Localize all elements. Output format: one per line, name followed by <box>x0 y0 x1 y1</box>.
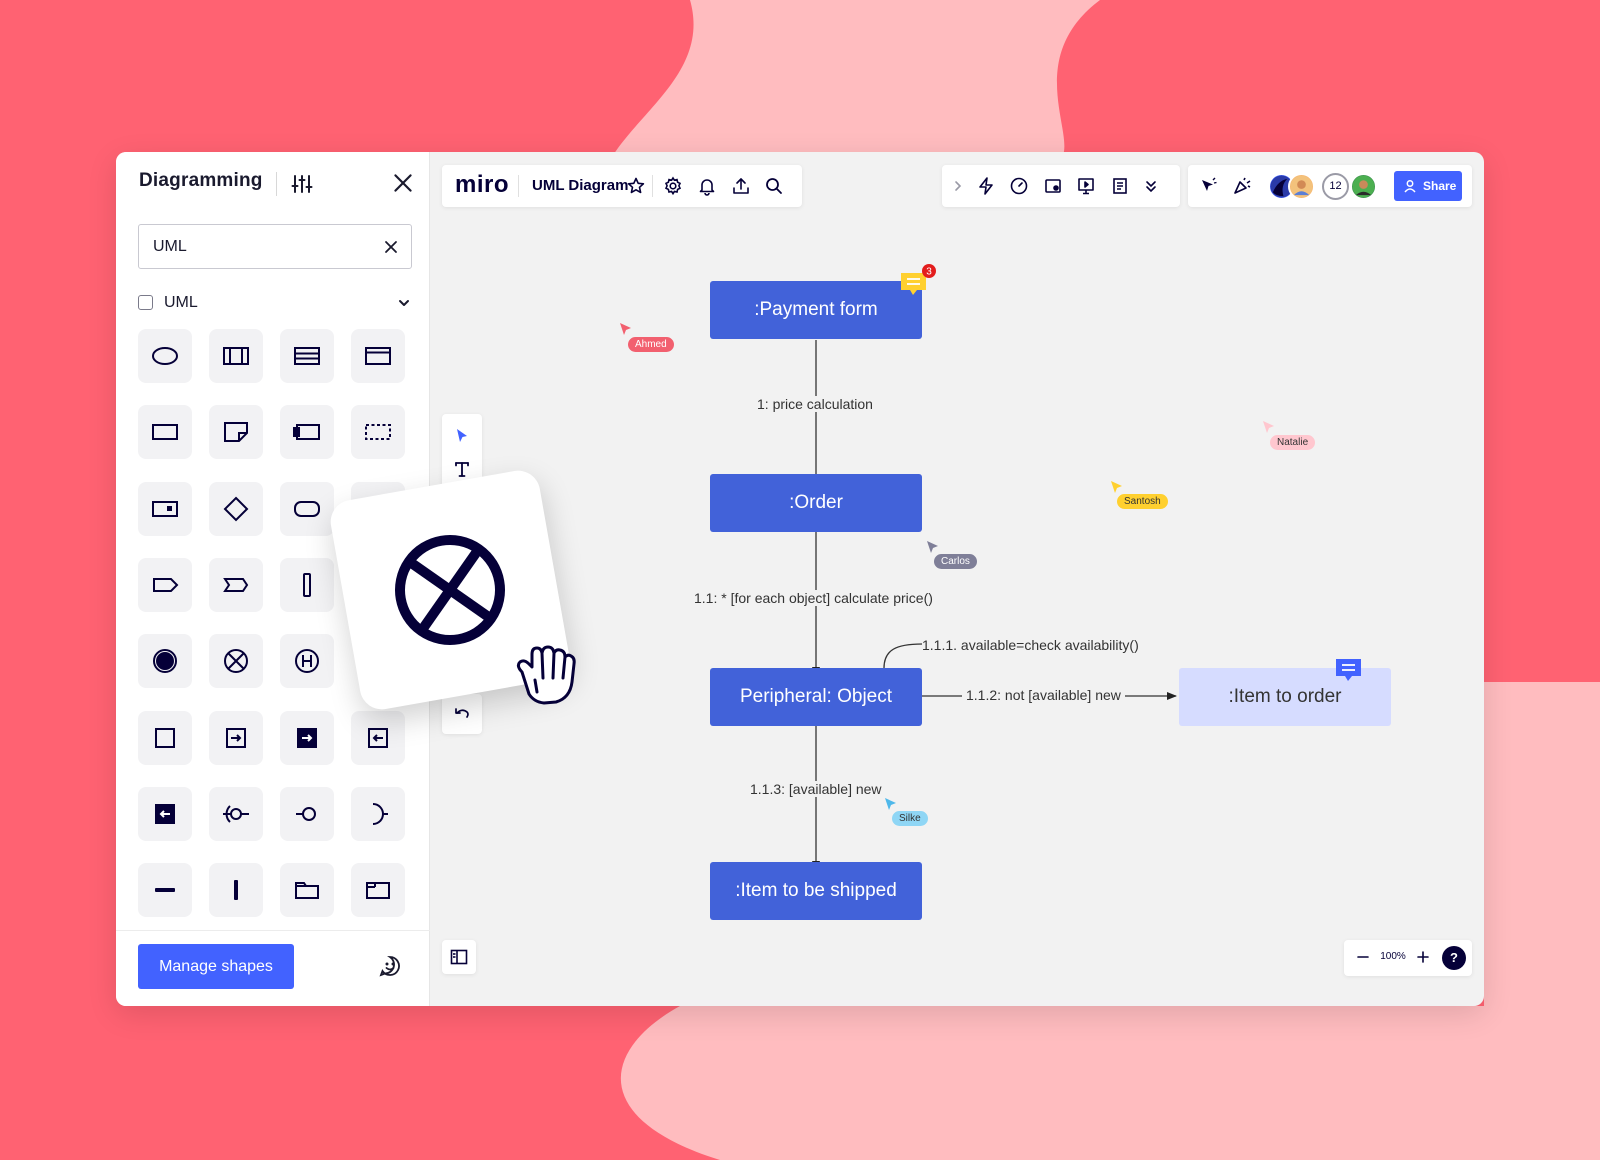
user-icon <box>1404 180 1416 193</box>
chevron-right-icon[interactable] <box>950 176 966 196</box>
grab-hand-icon <box>516 645 576 705</box>
node-order[interactable]: :Order <box>710 474 922 532</box>
undo-button[interactable] <box>442 694 482 734</box>
edge-label-calculate-price[interactable]: 1.1: * [for each object] calculate price… <box>694 590 933 606</box>
edge-label-available-new[interactable]: 1.1.3: [available] new <box>750 781 882 797</box>
cursor-arrow-icon <box>927 541 938 553</box>
comment-icon[interactable]: 3 <box>898 264 944 302</box>
node-label: Peripheral: Object <box>739 686 893 707</box>
select-pointer-icon[interactable] <box>452 426 472 446</box>
upload-icon[interactable] <box>731 176 751 196</box>
flow-final-shape-icon <box>394 535 505 645</box>
edge-label-price-calculation[interactable]: 1: price calculation <box>757 396 873 412</box>
app-window: Diagramming UML UML Manage shapes:Payme… <box>116 152 1484 1006</box>
cursor-label-carlos: Carlos <box>934 554 977 569</box>
share-label: Share <box>1423 179 1457 193</box>
cursor-arrow-icon <box>1263 421 1274 433</box>
divider <box>518 175 519 197</box>
node-label: :Payment form <box>754 299 878 320</box>
user-toolbar: 12 Share <box>1188 165 1472 207</box>
comment-count: 3 <box>926 267 932 278</box>
edge-label-check-availability[interactable]: 1.1.1. available=check availability() <box>922 637 1139 653</box>
edge-label-not-available[interactable]: 1.1.2: not [available] new <box>962 687 1125 703</box>
panel-toggle-button[interactable] <box>442 940 476 974</box>
user-avatar-icon <box>1290 175 1313 198</box>
cursor-arrow-icon <box>885 798 896 810</box>
cursor-arrow-icon <box>1111 481 1122 493</box>
search-icon[interactable] <box>764 176 784 196</box>
comment-icon-item-order[interactable] <box>1334 656 1364 686</box>
board-header: miro UML Diagram <box>442 165 802 207</box>
collaborator-count[interactable]: 12 <box>1322 173 1349 200</box>
gear-icon[interactable] <box>663 176 683 196</box>
zoom-out-icon[interactable] <box>1354 948 1372 966</box>
help-button[interactable]: ? <box>1442 946 1466 970</box>
node-item-to-be-shipped[interactable]: :Item to be shipped <box>710 862 922 920</box>
collaboration-toolbar <box>942 165 1180 207</box>
cursor-select-icon[interactable] <box>1198 176 1218 196</box>
cursor-arrow-icon <box>620 323 631 335</box>
node-label: :Order <box>789 492 843 513</box>
avatar[interactable] <box>1288 173 1315 200</box>
node-peripheral-object[interactable]: Peripheral: Object <box>710 668 922 726</box>
board-name[interactable]: UML Diagram <box>532 177 628 194</box>
double-chevron-down-icon[interactable] <box>1143 176 1159 196</box>
video-chat-icon[interactable] <box>1043 176 1063 196</box>
star-icon[interactable] <box>626 176 646 196</box>
connector-self-check[interactable] <box>883 643 923 669</box>
node-payment-form[interactable]: :Payment form <box>710 281 922 339</box>
cursor-label-ahmed: Ahmed <box>628 337 674 352</box>
zoom-level[interactable]: 100% <box>1378 951 1408 962</box>
cursor-label-natalie: Natalie <box>1270 435 1316 450</box>
undo-icon <box>455 708 469 718</box>
cursor-label-santosh: Santosh <box>1117 494 1168 509</box>
avatar[interactable] <box>1350 173 1377 200</box>
miro-logo[interactable]: miro <box>455 171 509 199</box>
celebrate-icon[interactable] <box>1232 176 1252 196</box>
bell-icon[interactable] <box>697 176 717 196</box>
zoom-controls: 100% ? <box>1344 940 1472 976</box>
text-tool-icon[interactable] <box>452 459 472 479</box>
node-label: :Item to be shipped <box>735 880 897 901</box>
sidebar-panel-icon <box>450 949 468 965</box>
divider <box>652 175 653 197</box>
user-avatar-icon <box>1352 175 1375 198</box>
cursor-label-silke: Silke <box>892 811 928 826</box>
presentation-icon[interactable] <box>1076 176 1096 196</box>
timer-icon[interactable] <box>1009 176 1029 196</box>
notes-icon[interactable] <box>1110 176 1130 196</box>
lightning-icon[interactable] <box>976 176 996 196</box>
zoom-in-icon[interactable] <box>1414 948 1432 966</box>
share-button[interactable]: Share <box>1394 171 1462 201</box>
